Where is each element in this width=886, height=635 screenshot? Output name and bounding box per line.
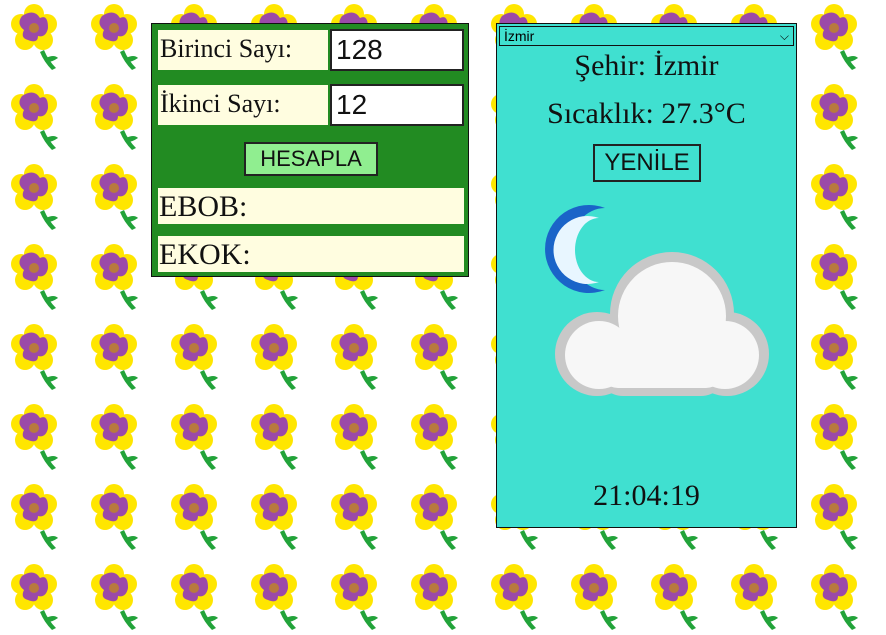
night-cloudy-icon: [545, 205, 769, 396]
refresh-button[interactable]: YENİLE: [593, 144, 701, 182]
ebob-ekok-calculator-panel: Birinci Sayı: İkinci Sayı: HESAPLA EBOB:…: [151, 23, 469, 277]
lcm-result: EKOK:: [158, 236, 464, 272]
second-number-label: İkinci Sayı:: [158, 85, 328, 125]
city-select-value: İzmir: [504, 28, 535, 44]
weather-panel: İzmir ⌵ Şehir: İzmir Sıcaklık: 27.3°C YE…: [496, 23, 797, 528]
first-number-label: Birinci Sayı:: [158, 30, 328, 70]
temperature-text: Sıcaklık: 27.3°C: [547, 97, 746, 130]
calculate-button[interactable]: HESAPLA: [244, 142, 378, 176]
city-text: Şehir: İzmir: [574, 49, 719, 82]
city-select[interactable]: İzmir ⌵: [499, 26, 794, 46]
clock-time: 21:04:19: [593, 479, 700, 512]
first-number-input[interactable]: [330, 29, 464, 71]
second-number-input[interactable]: [330, 84, 464, 126]
chevron-down-icon: ⌵: [779, 29, 789, 43]
gcd-result: EBOB:: [158, 188, 464, 224]
